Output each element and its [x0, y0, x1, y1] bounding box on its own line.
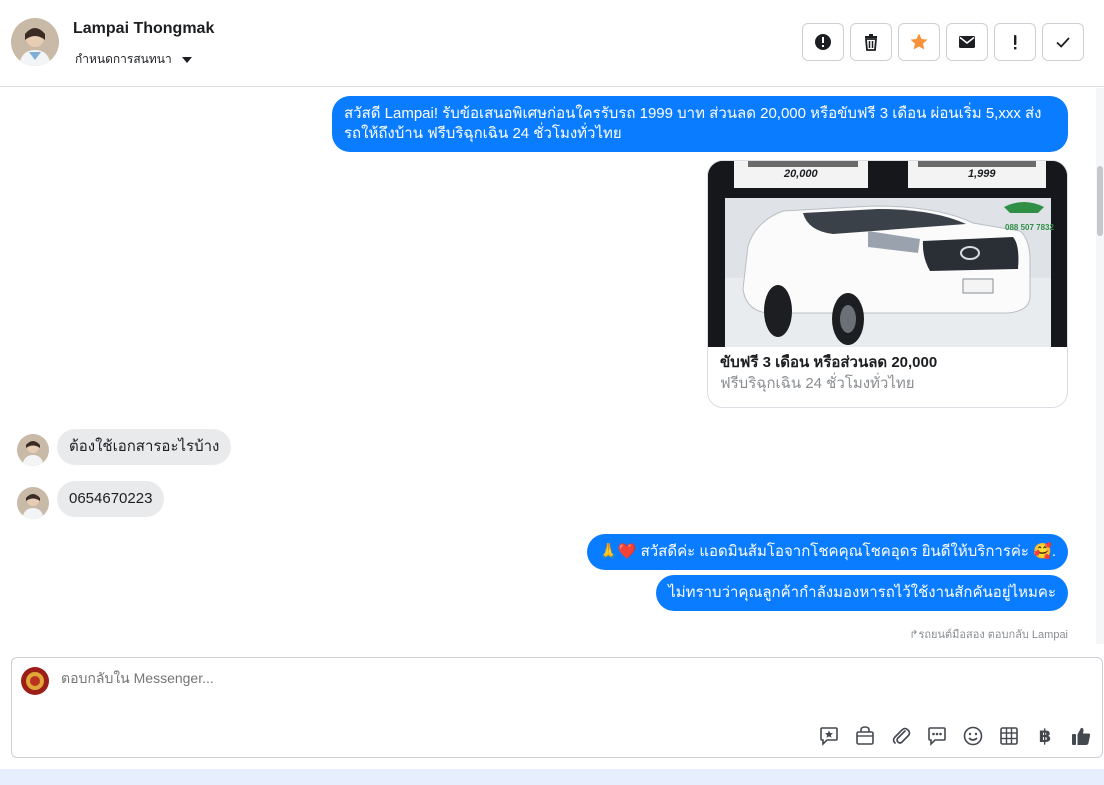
contact-name[interactable]: Lampai Thongmak [73, 20, 214, 38]
alert-circle-icon [815, 34, 831, 50]
reply-input[interactable] [61, 670, 761, 686]
like-icon [1072, 727, 1091, 745]
star-button[interactable] [898, 23, 940, 61]
saved-reply-icon [928, 727, 946, 746]
report-spam-button[interactable] [802, 23, 844, 61]
mark-done-button[interactable] [1042, 23, 1084, 61]
promo-car-image[interactable]: 20,000 1,999 088 507 7832 [708, 161, 1067, 347]
assign-conversation-dropdown[interactable]: กำหนดการสนทนา [75, 50, 192, 69]
assign-label: กำหนดการสนทนา [75, 52, 172, 66]
conversation-header: Lampai Thongmak กำหนดการสนทนา [0, 0, 1104, 87]
message-thread[interactable]: สวัสดี Lampai! รับข้อเสนอพิเศษก่อนใครรับ… [0, 88, 1096, 644]
message-text: ไม่ทราบว่าคุณลูกค้ากำลังมองหารถไว้ใช้งาน… [668, 584, 1056, 601]
check-icon [1056, 37, 1070, 48]
sticker-button[interactable] [818, 725, 840, 747]
contact-avatar[interactable] [11, 18, 59, 66]
payment-button[interactable]: ฿ [1034, 725, 1056, 747]
star-icon [910, 33, 928, 50]
delete-button[interactable] [850, 23, 892, 61]
sticker-icon [820, 727, 838, 746]
contact-avatar-small[interactable] [17, 487, 49, 519]
messenger-inbox: Lampai Thongmak กำหนดการสนทนา สวัสดี Lam… [0, 0, 1104, 785]
message-text: สวัสดี Lampai! รับข้อเสนอพิเศษก่อนใครรับ… [344, 105, 1042, 142]
watermark-phone: 088 507 7832 [1005, 223, 1054, 232]
attach-icon [892, 727, 911, 744]
follow-up-button[interactable] [994, 23, 1036, 61]
composer-toolbar: ฿ [818, 725, 1092, 747]
baht-icon: ฿ [1038, 725, 1052, 746]
outgoing-message[interactable]: สวัสดี Lampai! รับข้อเสนอพิเศษก่อนใครรับ… [332, 96, 1068, 152]
saved-reply-button[interactable] [926, 725, 948, 747]
table-button[interactable] [998, 725, 1020, 747]
shop-bag-icon [856, 726, 874, 745]
trash-icon [865, 34, 877, 51]
price-tag-right: 1,999 [968, 168, 996, 180]
incoming-message[interactable]: ต้องใช้เอกสารอะไรบ้าง [57, 429, 232, 465]
thread-scrollbar[interactable] [1096, 88, 1104, 644]
outgoing-message[interactable]: 🙏❤️ สวัสดีค่ะ แอดมินส้มโอจากโชคคุณโชคอุด… [587, 534, 1068, 570]
reply-attribution: ↱รถยนต์มือสอง ตอบกลับ Lampai [909, 629, 1068, 641]
reply-composer: ฿ [11, 657, 1103, 758]
attach-button[interactable] [890, 725, 912, 747]
emoji-icon [963, 726, 983, 746]
message-text: 🙏❤️ สวัสดีค่ะ แอดมินส้มโอจากโชคคุณโชคอุด… [599, 543, 1056, 560]
bottom-panel-strip [0, 769, 1104, 785]
emoji-button[interactable] [962, 725, 984, 747]
mark-unread-button[interactable] [946, 23, 988, 61]
price-tag-left: 20,000 [784, 168, 818, 180]
header-actions [802, 23, 1084, 61]
contact-avatar-small[interactable] [17, 434, 49, 466]
promo-card-subtitle: ฟรีบริฉุกเฉิน 24 ชั่วโมงทั่วไทย [720, 375, 915, 392]
shop-button[interactable] [854, 725, 876, 747]
caret-down-icon [181, 56, 192, 63]
envelope-icon [959, 36, 975, 48]
outgoing-message[interactable]: ไม่ทราบว่าคุณลูกค้ากำลังมองหารถไว้ใช้งาน… [656, 575, 1068, 611]
page-avatar [21, 667, 49, 695]
incoming-message[interactable]: 0654670223 [57, 481, 165, 517]
like-button[interactable] [1070, 725, 1092, 747]
message-text: ต้องใช้เอกสารอะไรบ้าง [69, 438, 220, 455]
promo-card[interactable]: 20,000 1,999 088 507 7832 ขับฟรี 3 เดือน… [707, 160, 1068, 408]
table-icon [1000, 727, 1018, 745]
scrollbar-thumb[interactable] [1097, 166, 1103, 236]
exclamation-icon [1014, 35, 1017, 50]
message-text: 0654670223 [69, 490, 153, 507]
